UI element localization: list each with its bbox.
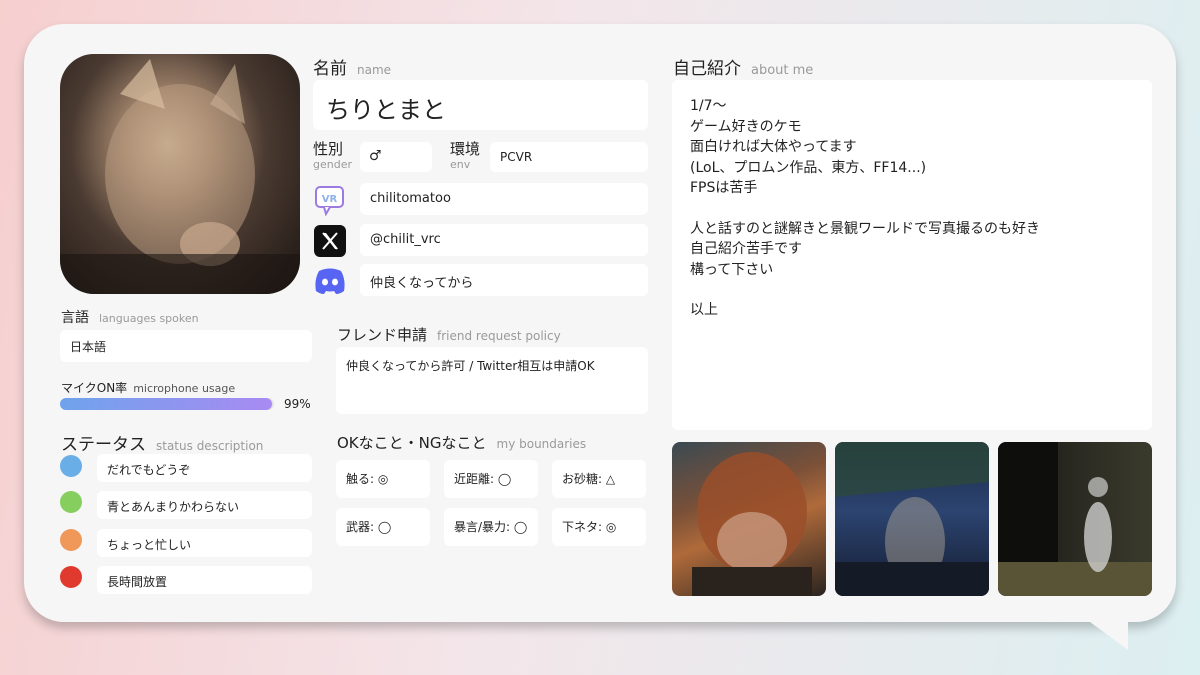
friend-request-field: 仲良くなってから許可 / Twitter相互は申請OK <box>336 347 648 414</box>
status-text: 青とあんまりかわらない <box>107 500 240 514</box>
boundary-item: 下ネタ: ◎ <box>552 508 646 546</box>
about-sublabel: about me <box>751 63 814 78</box>
gallery-photo-2 <box>835 442 989 596</box>
about-line: 構って下さい <box>690 261 774 278</box>
gender-value: ♂ <box>369 148 382 164</box>
status-dot-green <box>60 491 82 513</box>
status-text: ちょっと忙しい <box>107 538 192 552</box>
about-line: (LoL、プロムン作品、東方、FF14...) <box>690 159 927 176</box>
name-heading: 名前 name <box>313 54 391 79</box>
mic-label: マイクON率 <box>61 381 128 395</box>
languages-label: 言語 <box>61 310 89 326</box>
mic-heading: マイクON率 microphone usage <box>61 377 235 396</box>
boundary-item: 武器: ◯ <box>336 508 430 546</box>
gender-field: ♂ <box>360 142 432 172</box>
friend-request-value: 仲良くなってから許可 / Twitter相互は申請OK <box>346 359 595 373</box>
name-label: 名前 <box>313 59 347 79</box>
languages-value: 日本語 <box>70 340 107 354</box>
env-label: 環境 <box>450 140 481 158</box>
env-heading: 環境 env <box>450 140 481 171</box>
status-label: ステータス <box>61 435 146 455</box>
about-line: 人と話すのと謎解きと景観ワールドで写真撮るのも好き <box>690 220 1040 237</box>
languages-field: 日本語 <box>60 330 312 362</box>
twitter-field: @chilit_vrc <box>360 224 648 256</box>
about-line: 自己紹介苦手です <box>690 241 802 257</box>
avatar-image <box>60 54 300 294</box>
boundary-item: お砂糖: △ <box>552 460 646 498</box>
languages-sublabel: languages spoken <box>99 312 199 325</box>
about-line: 以上 <box>690 302 718 318</box>
gender-sublabel: gender <box>313 158 352 171</box>
discord-logo-icon <box>315 268 345 294</box>
x-logo-icon <box>314 225 346 257</box>
mic-sublabel: microphone usage <box>133 382 236 395</box>
about-heading: 自己紹介 about me <box>673 54 813 79</box>
about-line <box>690 280 1040 300</box>
env-field: PCVR <box>490 142 648 172</box>
status-item-green: 青とあんまりかわらない <box>97 491 312 519</box>
svg-text:VR: VR <box>322 194 338 205</box>
gender-label: 性別 <box>313 140 344 158</box>
boundary-item: 暴言/暴力: ◯ <box>444 508 538 546</box>
discord-policy: 仲良くなってから <box>370 276 474 291</box>
status-sublabel: status description <box>156 439 264 453</box>
status-dot-red <box>60 566 82 588</box>
name-sublabel: name <box>357 63 392 77</box>
about-text: 1/7〜 ゲーム好きのケモ 面白ければ大体やってます (LoL、プロムン作品、東… <box>690 96 1040 321</box>
boundary-item: 近距離: ◯ <box>444 460 538 498</box>
vrchat-logo-icon: VR <box>315 186 344 217</box>
status-dot-orange <box>60 529 82 551</box>
status-dot-blue <box>60 455 82 477</box>
gallery-photo-1 <box>672 442 826 596</box>
gallery-photo-3 <box>998 442 1152 596</box>
about-label: 自己紹介 <box>673 59 741 79</box>
status-item-red: 長時間放置 <box>97 566 312 594</box>
friend-request-sublabel: friend request policy <box>437 329 561 343</box>
about-line: 1/7〜 <box>690 98 727 114</box>
about-line <box>690 199 1040 219</box>
boundaries-heading: OKなこと・NGなこと my boundaries <box>337 432 586 453</box>
vrchat-id: chilitomatoo <box>370 191 451 206</box>
boundaries-label: OKなこと・NGなこと <box>337 434 487 452</box>
status-text: 長時間放置 <box>107 575 168 589</box>
status-item-orange: ちょっと忙しい <box>97 529 312 557</box>
mic-usage-fill <box>60 398 272 410</box>
name-field: ちりとまと <box>313 80 648 130</box>
about-line: FPSは苦手 <box>690 180 758 196</box>
vrchat-id-field: chilitomatoo <box>360 183 648 215</box>
status-text: だれでもどうぞ <box>107 463 191 477</box>
languages-heading: 言語 languages spoken <box>61 307 199 327</box>
speech-bubble-tail <box>1030 618 1128 650</box>
status-heading: ステータス status description <box>61 430 263 455</box>
env-sublabel: env <box>450 158 471 171</box>
about-line: 面白ければ大体やってます <box>690 139 857 155</box>
status-item-blue: だれでもどうぞ <box>97 454 312 482</box>
env-value: PCVR <box>500 150 533 164</box>
name-value: ちりとまと <box>326 96 446 124</box>
about-field: 1/7〜 ゲーム好きのケモ 面白ければ大体やってます (LoL、プロムン作品、東… <box>672 80 1152 430</box>
twitter-handle: @chilit_vrc <box>370 232 441 247</box>
friend-request-label: フレンド申請 <box>337 326 428 344</box>
boundaries-sublabel: my boundaries <box>496 437 587 451</box>
friend-request-heading: フレンド申請 friend request policy <box>337 324 561 345</box>
mic-usage-bar <box>60 398 274 410</box>
mic-percent: 99% <box>284 397 311 411</box>
discord-field: 仲良くなってから <box>360 264 648 296</box>
about-line: ゲーム好きのケモ <box>690 118 802 135</box>
boundary-item: 触る: ◎ <box>336 460 430 498</box>
gender-heading: 性別 gender <box>313 140 352 171</box>
